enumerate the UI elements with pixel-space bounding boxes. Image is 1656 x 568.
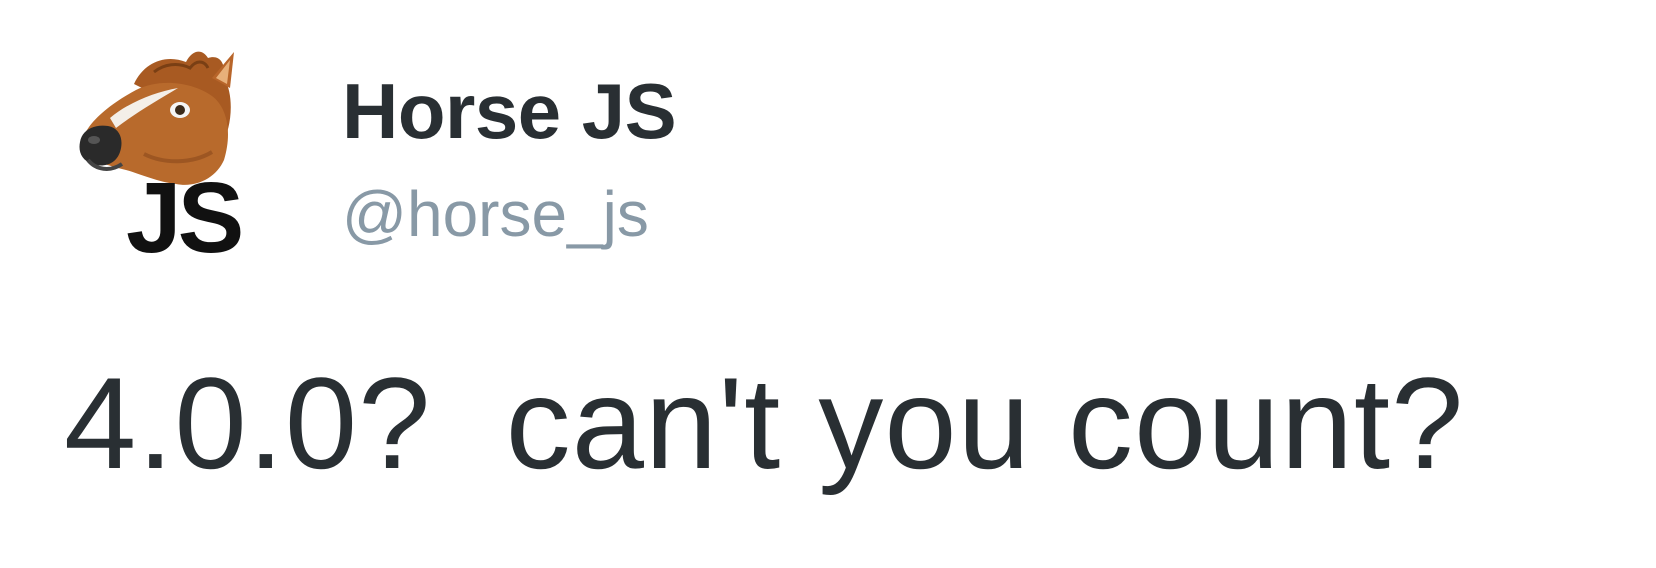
author-handle[interactable]: @horse_js [342,182,649,246]
horse-head-js-icon: JS [79,51,245,260]
avatar-js-text: JS [126,162,241,260]
author-display-name[interactable]: Horse JS [342,72,677,150]
avatar[interactable]: JS [74,44,288,260]
tweet-card: JS Horse JS @horse_js 4.0.0? can't you c… [0,0,1656,568]
tweet-text: 4.0.0? can't you count? [64,350,1465,496]
